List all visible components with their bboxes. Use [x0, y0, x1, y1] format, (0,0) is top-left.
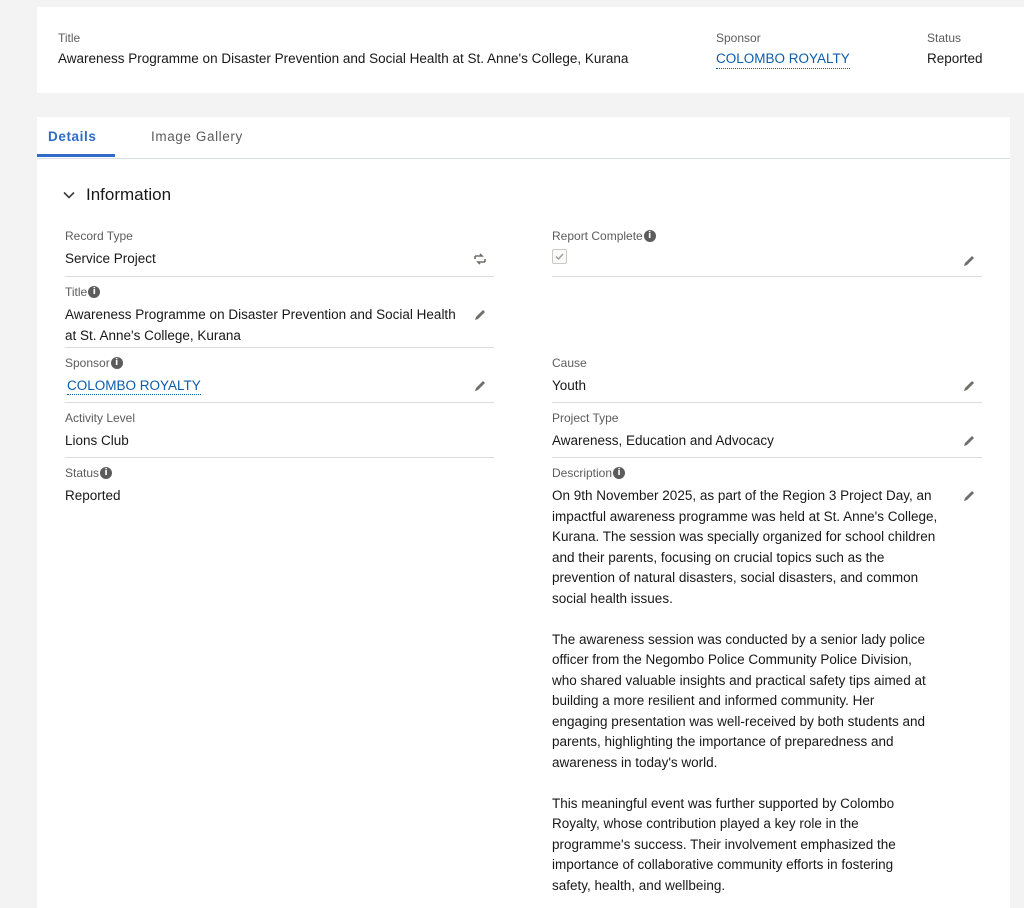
field-status: Status i Reported: [65, 466, 494, 506]
description-line: parents, highlighting the importance of …: [552, 734, 894, 749]
status-label: Status: [65, 466, 100, 480]
description-line: awareness in today's world.: [552, 754, 718, 770]
description-paragraph: This meaningful event was further suppor…: [552, 794, 957, 897]
field-report-complete: Report Complete i: [552, 229, 982, 277]
description-line: Kurana. The session was specially organi…: [552, 529, 936, 544]
field-cause: Cause Youth: [552, 356, 982, 403]
description-line: engaging presentation was well-received …: [552, 713, 925, 729]
header-status-label: Status: [927, 31, 962, 45]
sponsor-label: Sponsor: [65, 356, 110, 370]
title-value: Awareness Programme on Disaster Preventi…: [65, 305, 494, 346]
info-icon[interactable]: i: [110, 357, 123, 369]
sponsor-link[interactable]: COLOMBO ROYALTY: [67, 378, 201, 395]
info-icon[interactable]: i: [100, 467, 113, 479]
field-divider: [65, 457, 494, 458]
edit-pencil-icon[interactable]: [961, 433, 977, 449]
header-title-label: Title: [58, 31, 81, 45]
title-value-line-2: at St. Anne's College, Kurana: [65, 327, 241, 343]
active-tab-indicator: [37, 154, 115, 157]
field-activity-level: Activity Level Lions Club: [65, 411, 494, 458]
edit-pencil-icon[interactable]: [961, 378, 977, 394]
report-complete-checkbox[interactable]: [552, 249, 567, 264]
description-line: officer from the Negombo Police Communit…: [552, 652, 912, 667]
record-header: Title Awareness Programme on Disaster Pr…: [37, 7, 1024, 93]
field-sponsor: Sponsor i COLOMBO ROYALTY: [65, 356, 494, 403]
title-label: Title: [65, 285, 88, 299]
description-paragraph: The awareness session was conducted by a…: [552, 630, 957, 774]
activity-level-label: Activity Level: [65, 411, 136, 425]
edit-pencil-icon[interactable]: [961, 488, 977, 504]
description-line: This meaningful event was further suppor…: [552, 795, 895, 811]
details-card: Details Image Gallery Information Record…: [37, 117, 1010, 908]
header-title-field: Title Awareness Programme on Disaster Pr…: [58, 31, 628, 66]
edit-pencil-icon[interactable]: [472, 307, 488, 323]
record-type-label: Record Type: [65, 229, 133, 243]
description-label: Description: [552, 466, 613, 480]
field-divider: [552, 402, 982, 403]
checkmark-icon: [555, 253, 564, 261]
description-paragraph: On 9th November 2025, as part of the Reg…: [552, 486, 957, 609]
field-divider: [65, 347, 494, 348]
info-icon[interactable]: i: [613, 467, 626, 479]
change-record-type-icon[interactable]: [472, 251, 488, 267]
description-line: building a more resilient and informed c…: [552, 693, 875, 708]
activity-level-value: Lions Club: [65, 433, 129, 448]
description-line: and their parents, focusing on crucial t…: [552, 549, 885, 565]
section-title: Information: [86, 185, 172, 204]
field-project-type: Project Type Awareness, Education and Ad…: [552, 411, 982, 458]
tab-bar: Details Image Gallery: [37, 117, 1010, 159]
header-status-value: Reported: [927, 51, 983, 66]
field-divider: [552, 457, 982, 458]
description-line: On 9th November 2025, as part of the Reg…: [552, 488, 932, 503]
project-type-label: Project Type: [552, 411, 619, 425]
description-line: social health issues.: [552, 590, 673, 606]
edit-pencil-icon[interactable]: [472, 378, 488, 394]
info-icon[interactable]: i: [643, 230, 656, 242]
field-divider: [552, 276, 982, 277]
description-line: programme's success. Their involvement e…: [552, 836, 896, 852]
status-value: Reported: [65, 488, 121, 503]
field-record-type: Record Type Service Project: [65, 229, 494, 277]
description-line: impactful awareness programme was held a…: [552, 508, 938, 524]
description-line: prevention of natural disasters, social …: [552, 570, 919, 585]
description-line: Royalty, whose contribution played a key…: [552, 816, 859, 831]
header-sponsor-label: Sponsor: [716, 31, 761, 45]
cause-value: Youth: [552, 378, 587, 393]
record-type-value: Service Project: [65, 251, 156, 266]
header-title-value: Awareness Programme on Disaster Preventi…: [58, 51, 629, 66]
info-icon[interactable]: i: [88, 286, 101, 298]
field-title: Title i Awareness Programme on Disaster P…: [65, 285, 494, 348]
field-divider: [65, 276, 494, 277]
cause-label: Cause: [552, 356, 587, 370]
tab-details[interactable]: Details: [48, 129, 96, 144]
description-line: safety, health, and wellbeing.: [552, 877, 726, 893]
project-type-value: Awareness, Education and Advocacy: [552, 433, 774, 448]
description-value: On 9th November 2025, as part of the Reg…: [552, 486, 957, 896]
chevron-down-icon: [63, 191, 75, 199]
report-complete-label: Report Complete: [552, 229, 643, 243]
field-divider: [65, 402, 494, 403]
edit-pencil-icon[interactable]: [961, 253, 977, 269]
description-line: The awareness session was conducted by a…: [552, 631, 925, 647]
title-value-line-1: Awareness Programme on Disaster Preventi…: [65, 307, 456, 322]
description-line: who shared valuable insights and practic…: [552, 672, 926, 688]
tab-image-gallery[interactable]: Image Gallery: [151, 129, 243, 144]
header-status-field: Status Reported: [927, 31, 983, 66]
header-sponsor-field: Sponsor COLOMBO ROYALTY: [716, 31, 850, 69]
header-sponsor-link[interactable]: COLOMBO ROYALTY: [716, 51, 850, 69]
field-description: Description i On 9th November 2025, as pa…: [552, 466, 982, 896]
description-line: importance of collaborative community ef…: [552, 857, 894, 872]
information-section-toggle[interactable]: Information: [62, 185, 171, 205]
